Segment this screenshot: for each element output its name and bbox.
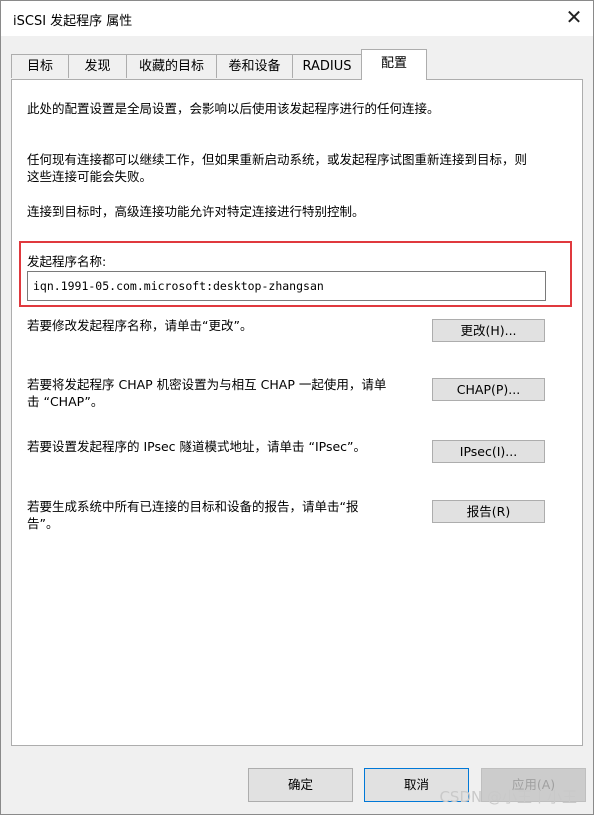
title-bar: iSCSI 发起程序 属性 ✕ [1, 1, 593, 36]
ipsec-button[interactable]: IPsec(I)... [432, 440, 545, 463]
tab-strip: 目标 发现 收藏的目标 卷和设备 RADIUS 配置 [11, 49, 591, 80]
ipsec-description: 若要设置发起程序的 IPsec 隧道模式地址，请单击 “IPsec”。 [27, 439, 367, 454]
chap-button[interactable]: CHAP(P)... [432, 378, 545, 401]
report-button[interactable]: 报告(R) [432, 500, 545, 523]
tab-favorite-targets[interactable]: 收藏的目标 [126, 54, 217, 78]
initiator-name-field[interactable]: iqn.1991-05.com.microsoft:desktop-zhangs… [27, 271, 546, 301]
intro-text-1: 此处的配置设置是全局设置，会影响以后使用该发起程序进行的任何连接。 [27, 101, 440, 116]
change-description: 若要修改发起程序名称，请单击“更改”。 [27, 318, 253, 333]
intro-text-3: 连接到目标时，高级连接功能允许对特定连接进行特别控制。 [27, 204, 365, 219]
change-button[interactable]: 更改(H)... [432, 319, 545, 342]
ok-button[interactable]: 确定 [248, 768, 353, 802]
close-icon[interactable]: ✕ [561, 6, 587, 30]
window-title: iSCSI 发起程序 属性 [13, 14, 133, 29]
report-description: 若要生成系统中所有已连接的目标和设备的报告，请单击“报告”。 [27, 499, 359, 531]
initiator-name-label: 发起程序名称: [27, 254, 107, 269]
tab-radius[interactable]: RADIUS [292, 54, 362, 78]
tab-configuration[interactable]: 配置 [361, 49, 427, 80]
intro-text-2: 任何现有连接都可以继续工作，但如果重新启动系统，或发起程序试图重新连接到目标，则… [27, 152, 528, 184]
watermark: CSDN @小王丨小王 [439, 788, 577, 806]
properties-dialog: iSCSI 发起程序 属性 ✕ 目标 发现 收藏的目标 卷和设备 RADIUS … [0, 0, 594, 815]
tab-volumes-devices[interactable]: 卷和设备 [216, 54, 293, 78]
tab-discovery[interactable]: 发现 [68, 54, 127, 78]
tab-targets[interactable]: 目标 [11, 54, 69, 78]
chap-description: 若要将发起程序 CHAP 机密设置为与相互 CHAP 一起使用，请单击 “CHA… [27, 377, 387, 409]
